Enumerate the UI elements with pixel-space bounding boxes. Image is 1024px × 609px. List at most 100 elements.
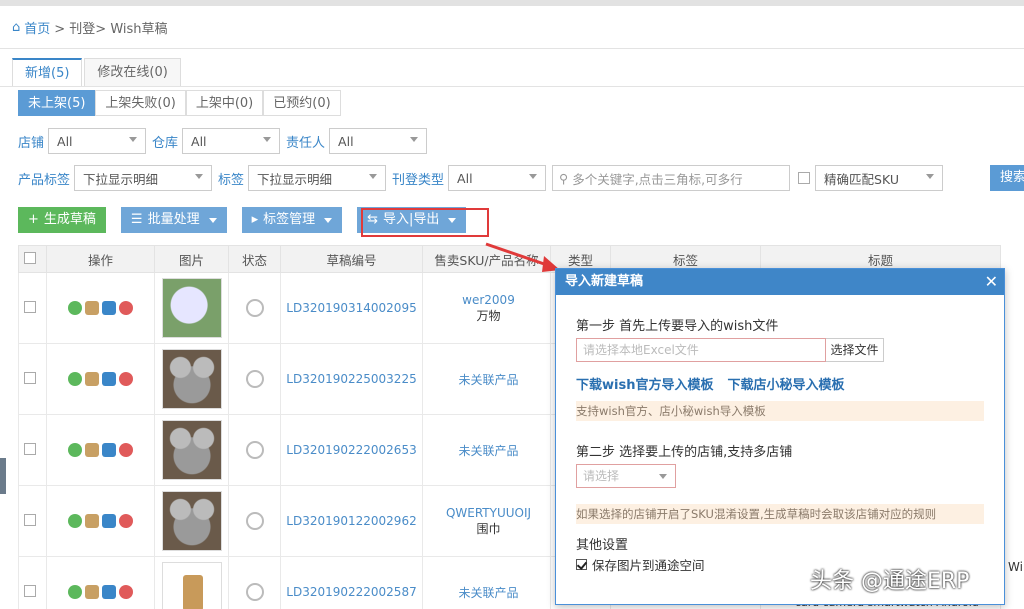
draft-code[interactable]: LD320190122002962: [280, 485, 423, 557]
annotation-arrow: [485, 242, 560, 272]
copy-icon[interactable]: [85, 514, 99, 528]
batch-process-label: 批量处理: [147, 212, 200, 227]
chevron-down-icon: [324, 217, 333, 223]
listing-type-select[interactable]: All: [448, 165, 547, 191]
header-draft-code: 草稿编号: [280, 245, 423, 273]
edit-icon[interactable]: [102, 585, 116, 599]
row-checkbox-cell[interactable]: [18, 343, 47, 415]
home-icon[interactable]: ⌂: [12, 20, 20, 35]
copy-icon[interactable]: [85, 443, 99, 457]
warehouse-select[interactable]: All: [182, 128, 281, 154]
subtab-listing[interactable]: 上架中(0): [185, 90, 264, 116]
template-links: 下载wish官方导入模板 下载店小秘导入模板: [576, 374, 986, 393]
upload-icon[interactable]: [68, 301, 82, 315]
title-peek: Wi: [1008, 560, 1023, 574]
product-image[interactable]: [161, 349, 222, 409]
exact-match-label: 精确匹配SKU: [824, 171, 899, 187]
row-checkbox[interactable]: [24, 442, 36, 455]
shop-select[interactable]: All: [48, 128, 147, 154]
top-gap: [0, 0, 1024, 6]
header-status: 状态: [228, 245, 281, 273]
status-cell: [228, 414, 281, 486]
close-icon[interactable]: ✕: [985, 269, 998, 295]
product-image[interactable]: [161, 278, 222, 338]
sku-link[interactable]: 未关联产品: [458, 586, 518, 600]
header-select-all[interactable]: [18, 245, 47, 273]
sku-link[interactable]: QWERTYUUOIJ: [446, 506, 531, 520]
breadcrumb-home[interactable]: 首页: [24, 18, 50, 37]
upload-icon[interactable]: [68, 443, 82, 457]
upload-icon[interactable]: [68, 372, 82, 386]
draft-code[interactable]: LD320190222002653: [280, 414, 423, 486]
row-checkbox[interactable]: [24, 371, 36, 384]
copy-icon[interactable]: [85, 301, 99, 315]
dialog-header: 导入新建草稿 ✕: [556, 269, 1004, 295]
product-image[interactable]: [161, 491, 222, 551]
row-checkbox[interactable]: [24, 300, 36, 313]
file-input[interactable]: 请选择本地Excel文件: [576, 338, 826, 362]
row-checkbox-cell[interactable]: [18, 272, 47, 344]
product-image[interactable]: [161, 420, 222, 480]
batch-process-button[interactable]: ☰ 批量处理: [120, 207, 227, 233]
save-image-checkbox[interactable]: [576, 559, 587, 570]
tag-manage-label: 标签管理: [263, 212, 316, 227]
breadcrumb: ⌂ 首页 > 刊登> Wish草稿: [12, 18, 168, 37]
status-indicator: [245, 299, 264, 317]
upload-icon[interactable]: [68, 585, 82, 599]
status-indicator: [245, 441, 264, 459]
product-tag-select[interactable]: 下拉显示明细: [74, 165, 213, 191]
delete-icon[interactable]: [119, 372, 133, 386]
tab-modify-online[interactable]: 修改在线(0): [84, 58, 181, 86]
draft-code[interactable]: LD320190222002587: [280, 556, 423, 609]
create-draft-button[interactable]: + 生成草稿: [18, 207, 106, 233]
shop-multi-select[interactable]: 请选择: [576, 464, 676, 488]
row-checkbox[interactable]: [24, 584, 36, 597]
edit-icon[interactable]: [102, 372, 116, 386]
filter-row-2: 产品标签 下拉显示明细 标签 下拉显示明细 刊登类型 All ⚲ 多个关键字,点…: [18, 165, 949, 191]
edit-icon[interactable]: [102, 514, 116, 528]
sub-tabs: 未上架(5) 上架失败(0) 上架中(0) 已预约(0): [18, 90, 341, 116]
tag-manage-button[interactable]: ▸ 标签管理: [241, 207, 343, 233]
tag-select[interactable]: 下拉显示明细: [248, 165, 387, 191]
tab-new[interactable]: 新增(5): [12, 58, 83, 86]
row-checkbox-cell[interactable]: [18, 556, 47, 609]
exact-match-checkbox[interactable]: [798, 172, 811, 184]
ops-cell: [46, 556, 155, 609]
delete-icon[interactable]: [119, 443, 133, 457]
copy-icon[interactable]: [85, 585, 99, 599]
ops-cell: [46, 272, 155, 344]
owner-select[interactable]: All: [329, 128, 428, 154]
delete-icon[interactable]: [119, 514, 133, 528]
subtab-unlisted[interactable]: 未上架(5): [18, 90, 96, 116]
draft-code[interactable]: LD320190314002095: [280, 272, 423, 344]
sku-link[interactable]: wer2009: [462, 293, 515, 307]
upload-icon[interactable]: [68, 514, 82, 528]
choose-file-button[interactable]: 选择文件: [826, 338, 884, 362]
owner-label: 责任人: [286, 135, 326, 151]
exact-match-select[interactable]: 精确匹配SKU: [815, 165, 944, 191]
edit-icon[interactable]: [102, 301, 116, 315]
draft-code[interactable]: LD320190225003225: [280, 343, 423, 415]
search-button[interactable]: 搜索: [990, 165, 1024, 191]
image-cell: [154, 485, 229, 557]
product-image[interactable]: [161, 562, 222, 609]
row-checkbox-cell[interactable]: [18, 414, 47, 486]
chevron-down-icon: [529, 174, 538, 179]
select-all-checkbox[interactable]: [24, 251, 36, 264]
edit-icon[interactable]: [102, 443, 116, 457]
delete-icon[interactable]: [119, 301, 133, 315]
download-wish-template-link[interactable]: 下载wish官方导入模板: [576, 374, 713, 393]
keyword-search-input[interactable]: ⚲ 多个关键字,点击三角标,可多行: [552, 165, 791, 191]
sku-link[interactable]: 未关联产品: [458, 373, 518, 387]
download-dxm-template-link[interactable]: 下载店小秘导入模板: [727, 374, 844, 393]
row-checkbox[interactable]: [24, 513, 36, 526]
subtab-failed[interactable]: 上架失败(0): [95, 90, 186, 116]
sidebar-toggle-handle[interactable]: [0, 458, 6, 494]
page: ⌂ 首页 > 刊登> Wish草稿 新增(5) 修改在线(0) 未上架(5) 上…: [0, 0, 1024, 609]
sku-link[interactable]: 未关联产品: [458, 444, 518, 458]
copy-icon[interactable]: [85, 372, 99, 386]
product-tag-value: 下拉显示明细: [83, 171, 159, 187]
subtab-scheduled[interactable]: 已预约(0): [263, 90, 341, 116]
delete-icon[interactable]: [119, 585, 133, 599]
row-checkbox-cell[interactable]: [18, 485, 47, 557]
